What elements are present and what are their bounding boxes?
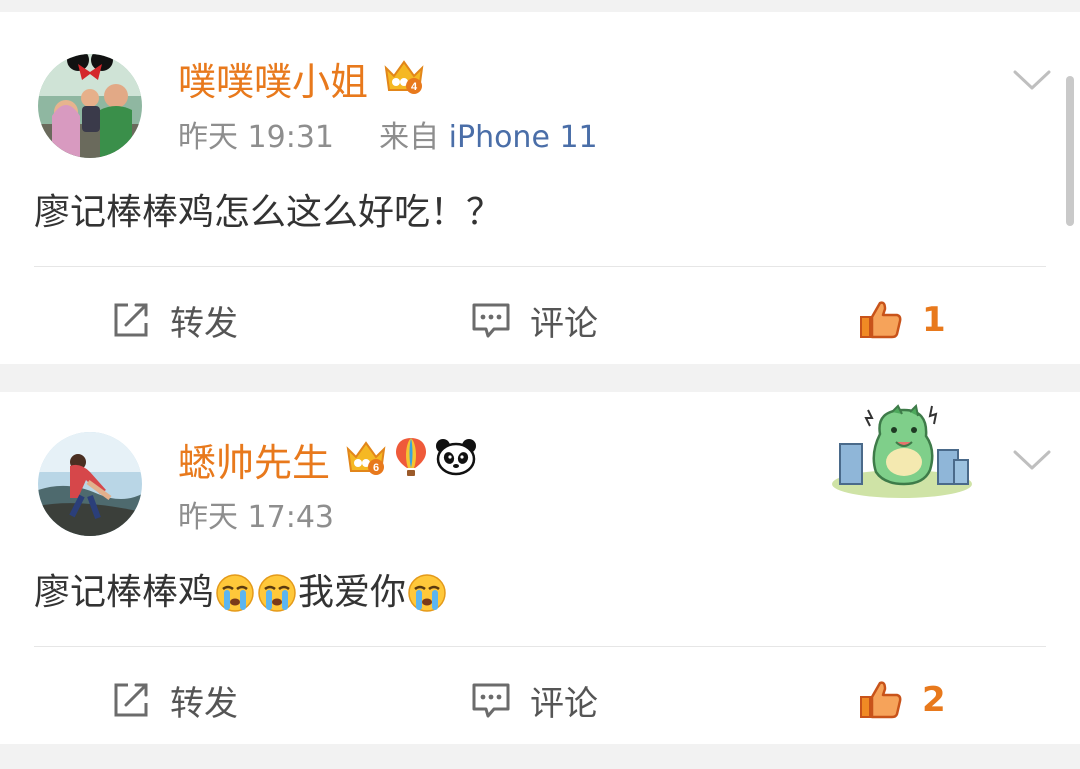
user-avatar[interactable] [38,432,142,536]
post-content: 廖记棒棒鸡怎么这么好吃！？ [34,192,503,233]
thumbs-up-icon [860,301,902,339]
svg-text:6: 6 [373,462,379,474]
repost-button[interactable]: 转发 [110,670,238,730]
repost-icon [114,683,148,717]
comment-label: 评论 [530,303,598,344]
like-button[interactable]: 1 [858,290,946,350]
post-content-text: 我爱你 [298,572,407,613]
post-time: 昨天 17:43 [178,500,334,535]
crown-level-4-icon[interactable]: 4 [382,56,426,107]
crown-level-6-icon[interactable]: 6 [344,437,388,488]
green-dinosaur-sticker[interactable] [828,404,976,500]
post-meta: 昨天 19:31 来自 iPhone 11 [178,118,598,158]
post-content: 廖记棒棒鸡 我爱你 [34,568,448,618]
like-button[interactable]: 2 [858,670,946,730]
action-bar: 转发 评论 2 [0,670,1080,730]
scrollbar[interactable] [1066,76,1074,226]
comment-button[interactable]: 评论 [470,670,598,730]
like-count: 2 [922,680,946,720]
repost-label: 转发 [170,303,238,344]
post-card: 蟋帅先生 6 昨天 17:43 廖记棒棒鸡 我爱你 转发 评论 2 [0,392,1080,744]
post-time: 昨天 19:31 [178,120,334,155]
username-text[interactable]: 蟋帅先生 [178,439,330,487]
user-avatar[interactable] [38,54,142,158]
panda-icon[interactable] [434,437,478,488]
comment-icon [472,303,510,338]
post-source-device[interactable]: iPhone 11 [449,120,598,155]
comment-label: 评论 [530,683,598,724]
post-content-text: 廖记棒棒鸡 [34,572,215,613]
username-text[interactable]: 噗噗噗小姐 [178,58,368,106]
divider [34,266,1046,267]
crying-face-emoji [258,574,296,612]
repost-button[interactable]: 转发 [110,290,238,350]
post-card: 噗噗噗小姐 4 昨天 19:31 来自 iPhone 11 廖记棒棒鸡怎么这么好… [0,12,1080,364]
chevron-down-icon[interactable] [1012,68,1052,94]
chevron-down-icon[interactable] [1012,448,1052,474]
post-source-prefix: 来自 [379,120,440,155]
username[interactable]: 蟋帅先生 6 [178,436,478,489]
username[interactable]: 噗噗噗小姐 4 [178,56,426,107]
svg-text:4: 4 [411,81,418,93]
repost-label: 转发 [170,683,238,724]
post-meta: 昨天 17:43 [178,498,334,538]
divider [34,646,1046,647]
repost-icon [114,303,148,337]
thumbs-up-icon [860,681,902,719]
crying-face-emoji [216,574,254,612]
crying-face-emoji [408,574,446,612]
like-count: 1 [922,300,946,340]
comment-button[interactable]: 评论 [470,290,598,350]
action-bar: 转发 评论 1 [0,290,1080,350]
hot-air-balloon-icon[interactable] [394,436,428,489]
comment-icon [472,683,510,718]
